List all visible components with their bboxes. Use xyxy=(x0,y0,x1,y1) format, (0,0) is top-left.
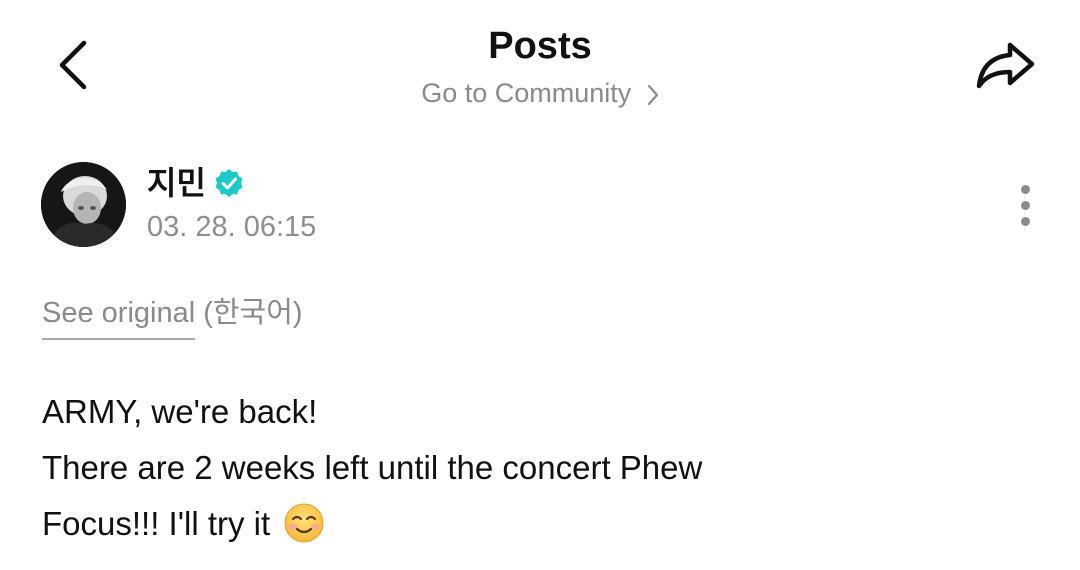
post-line: Focus!!! I'll try it xyxy=(42,505,271,542)
share-arrow-icon xyxy=(976,42,1035,89)
post-page: Posts Go to Community 지민 03. 28. 06:15 S… xyxy=(0,0,1080,570)
share-button[interactable] xyxy=(966,30,1046,100)
author-name-label: 지민 xyxy=(147,165,206,201)
original-language-label: (한국어) xyxy=(203,297,303,329)
page-title: Posts xyxy=(488,25,592,67)
more-dot-icon xyxy=(1020,216,1030,226)
post-line: ARMY, we're back! xyxy=(42,393,318,430)
verified-badge-icon xyxy=(215,169,243,197)
more-options-button[interactable] xyxy=(1004,180,1046,230)
post-content: ARMY, we're back! There are 2 weeks left… xyxy=(42,384,702,552)
see-original-label: See original xyxy=(42,294,196,340)
profile-photo xyxy=(41,162,126,247)
more-dot-icon xyxy=(1020,184,1030,194)
post-timestamp: 03. 28. 06:15 xyxy=(147,211,317,243)
go-to-community-link[interactable]: Go to Community xyxy=(0,76,1080,110)
post-line-with-emoji: Focus!!! I'll try it xyxy=(42,496,702,552)
smiling-face-emoji xyxy=(284,503,324,543)
avatar[interactable] xyxy=(41,162,126,247)
author-name[interactable]: 지민 xyxy=(147,164,244,202)
community-link-label: Go to Community xyxy=(421,78,632,108)
chevron-right-icon xyxy=(647,84,658,105)
more-dot-icon xyxy=(1020,200,1030,210)
see-original-link[interactable]: See original (한국어) xyxy=(42,294,303,340)
post-line: There are 2 weeks left until the concert… xyxy=(42,449,703,486)
